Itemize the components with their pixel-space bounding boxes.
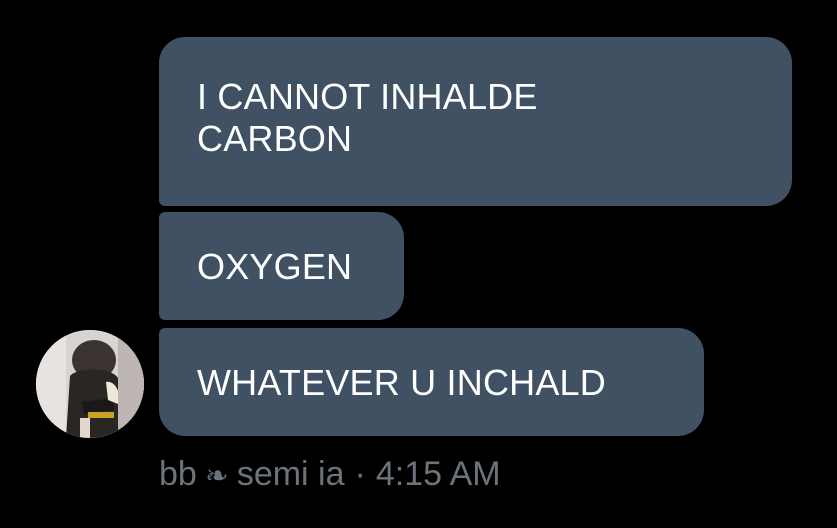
message-bubble[interactable]: OXYGEN [159, 212, 404, 320]
message-text: CARBON [197, 118, 353, 159]
message-bubble[interactable]: I CANNOT INHALDE CARBON [159, 37, 792, 206]
message-meta: bb ❧ semi ia · 4:15 AM [159, 452, 501, 496]
message-text: WHATEVER U INCHALD [197, 362, 606, 403]
sender-nickname[interactable]: semi ia [237, 455, 345, 493]
separator-dot: · [354, 455, 366, 493]
message-text: OXYGEN [197, 246, 353, 287]
avatar[interactable] [36, 330, 144, 438]
sender-name[interactable]: bb [159, 455, 197, 493]
avatar-photo [36, 330, 144, 438]
rotated-floral-heart-icon: ❧ [205, 460, 229, 491]
timestamp: 4:15 AM [375, 455, 501, 493]
message-text: I CANNOT INHALDE [197, 76, 538, 117]
message-bubble[interactable]: WHATEVER U INCHALD [159, 328, 704, 436]
